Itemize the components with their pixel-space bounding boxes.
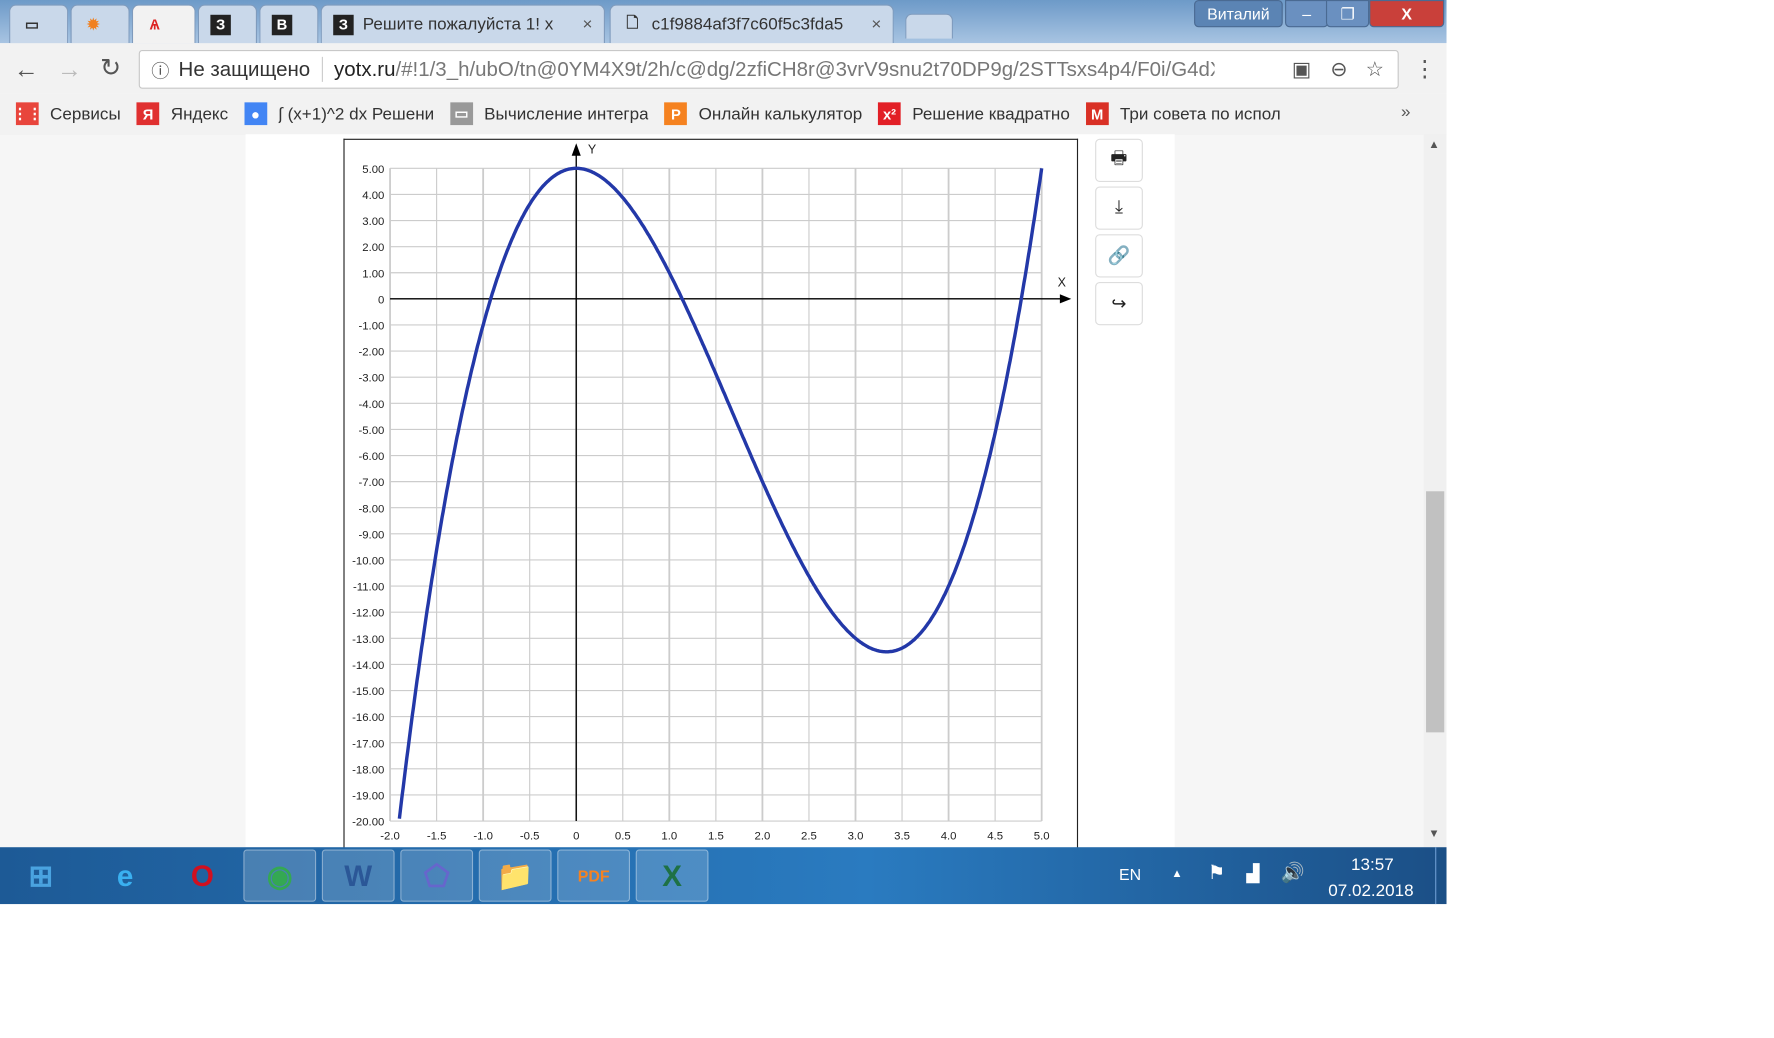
y-tick-label: -19.00 bbox=[352, 790, 384, 802]
geogebra-icon: ⬠ bbox=[423, 858, 450, 893]
scroll-up-icon[interactable]: ▲ bbox=[1428, 139, 1439, 152]
x-tick-label: 0 bbox=[573, 830, 579, 842]
y-tick-label: -3.00 bbox=[358, 373, 384, 385]
scroll-thumb[interactable] bbox=[1426, 491, 1445, 733]
excel-icon: X bbox=[662, 858, 682, 893]
y-tick-label: -2.00 bbox=[358, 347, 384, 359]
popup-blocked-icon[interactable]: ▣ bbox=[1292, 57, 1311, 81]
language-indicator[interactable]: EN bbox=[1119, 865, 1141, 883]
y-tick-label: -12.00 bbox=[352, 608, 384, 620]
y-tick-label: -10.00 bbox=[352, 556, 384, 568]
y-tick-label: -18.00 bbox=[352, 764, 384, 776]
chrome-taskbar-button[interactable]: ◉ bbox=[243, 849, 317, 902]
x-tick-label: -2.0 bbox=[380, 830, 400, 842]
profile-button[interactable]: Виталий bbox=[1194, 0, 1283, 28]
word-taskbar-button[interactable]: W bbox=[321, 849, 395, 902]
y-tick-label: 5.00 bbox=[362, 164, 384, 176]
function-graph: -2.0 -1.5 -1.0 -0.5 0 0.5 1.0 1.5 2.0 2.5 3.0 3.5 4.… bbox=[352, 143, 1072, 842]
taskbar: ⊞ e O ◉ W ⬠ 📁 PDF X EN ▲ ⚑ ▟ 🔊 13:57 07.02.2018 bbox=[0, 847, 1448, 905]
y-tick-label: -14.00 bbox=[352, 660, 384, 672]
x-tick-label: 3.5 bbox=[894, 830, 910, 842]
y-tick-label: -7.00 bbox=[358, 477, 384, 489]
start-taskbar-button[interactable]: ⊞ bbox=[5, 849, 78, 901]
y-tick-label: -13.00 bbox=[352, 634, 384, 646]
scrollbar[interactable]: ▲ ▼ bbox=[1423, 134, 1447, 848]
explorer-icon: 📁 bbox=[496, 858, 534, 893]
link-button[interactable]: 🔗 bbox=[1095, 234, 1143, 278]
opera-icon: O bbox=[190, 858, 214, 893]
y-tick-label: -6.00 bbox=[358, 451, 384, 463]
volume-icon[interactable]: 🔊 bbox=[1280, 862, 1304, 885]
y-tick-label: -1.00 bbox=[358, 321, 384, 333]
y-tick-label: -16.00 bbox=[352, 712, 384, 724]
y-axis-label: Y bbox=[588, 143, 597, 157]
flag-icon[interactable]: ⚑ bbox=[1208, 862, 1225, 885]
x-tick-label: 2.0 bbox=[755, 830, 771, 842]
x-tick-label: 4.5 bbox=[987, 830, 1003, 842]
y-tick-label: -8.00 bbox=[358, 503, 384, 515]
share-icon: ↪ bbox=[1111, 294, 1127, 314]
y-tick-label: -20.00 bbox=[352, 817, 384, 829]
explorer-taskbar-button[interactable]: 📁 bbox=[478, 849, 552, 902]
menu-icon[interactable]: ⋮ bbox=[1414, 55, 1437, 83]
bookmark-label: Три совета по испол bbox=[1119, 104, 1281, 124]
y-tick-label: 2.00 bbox=[362, 242, 384, 254]
restore-button[interactable]: ❐ bbox=[1325, 0, 1370, 28]
download-button[interactable]: ⤓ bbox=[1095, 186, 1143, 230]
bookmarks-more-button[interactable]: » bbox=[1401, 102, 1410, 121]
ie-taskbar-button[interactable]: e bbox=[89, 849, 162, 901]
show-desktop-button[interactable] bbox=[1435, 847, 1448, 905]
x-tick-label: -0.5 bbox=[520, 830, 540, 842]
x-tick-label: 0.5 bbox=[615, 830, 631, 842]
share-button[interactable]: ↪ bbox=[1095, 282, 1143, 326]
print-button[interactable]: 🖶 bbox=[1095, 138, 1143, 182]
y-tick-label: 3.00 bbox=[362, 216, 384, 228]
x-tick-label: -1.5 bbox=[427, 830, 447, 842]
geogebra-taskbar-button[interactable]: ⬠ bbox=[400, 849, 474, 902]
x-tick-label: 1.5 bbox=[708, 830, 724, 842]
y-tick-label: 1.00 bbox=[362, 268, 384, 280]
y-tick-label: -11.00 bbox=[353, 582, 384, 594]
x-tick-label: 4.0 bbox=[941, 830, 957, 842]
x-tick-label: 1.0 bbox=[661, 830, 677, 842]
y-tick-label: -15.00 bbox=[352, 686, 384, 698]
clock-date[interactable]: 07.02.2018 bbox=[1328, 881, 1413, 900]
star-icon[interactable]: ☆ bbox=[1366, 57, 1384, 81]
scroll-down-icon[interactable]: ▼ bbox=[1428, 828, 1439, 841]
x-axis-label: X bbox=[1058, 276, 1067, 290]
screen: ▭ ✹ Ѧ З В З Решите пожалуйста 1! х × 🗋 c1f9… bbox=[0, 0, 1774, 1038]
opera-taskbar-button[interactable]: O bbox=[166, 849, 239, 901]
excel-taskbar-button[interactable]: X bbox=[635, 849, 709, 902]
pdf-taskbar-button[interactable]: PDF bbox=[557, 849, 631, 902]
download-icon: ⤓ bbox=[1114, 197, 1124, 218]
clock-time[interactable]: 13:57 bbox=[1351, 855, 1394, 874]
y-tick-label: 4.00 bbox=[362, 190, 384, 202]
pdf-icon: PDF bbox=[577, 866, 610, 885]
link-icon: 🔗 bbox=[1107, 246, 1131, 267]
tray-expand-icon[interactable]: ▲ bbox=[1171, 868, 1182, 881]
y-tick-label: 0 bbox=[378, 294, 384, 306]
x-tick-label: -1.0 bbox=[473, 830, 493, 842]
x-tick-label: 3.0 bbox=[848, 830, 864, 842]
network-icon[interactable]: ▟ bbox=[1246, 863, 1259, 883]
ie-icon: e bbox=[116, 858, 134, 893]
print-icon: 🖶 bbox=[1110, 148, 1128, 168]
x-axis-arrow bbox=[1059, 294, 1072, 304]
x-tick-label: 2.5 bbox=[801, 830, 817, 842]
y-tick-label: -17.00 bbox=[352, 738, 384, 750]
function-curve bbox=[397, 166, 1044, 819]
x-tick-label: 5.0 bbox=[1034, 830, 1050, 842]
y-tick-label: -4.00 bbox=[358, 399, 384, 411]
zoom-icon[interactable]: ⊖ bbox=[1330, 57, 1347, 81]
page-content: -2.0 -1.5 -1.0 -0.5 0 0.5 1.0 1.5 2.0 2.5 3.0 3.5 4.… bbox=[0, 134, 1447, 849]
close-window-button[interactable]: X bbox=[1369, 0, 1445, 28]
y-axis-arrow bbox=[571, 143, 581, 156]
chrome-icon: ◉ bbox=[266, 858, 293, 893]
start-icon: ⊞ bbox=[28, 858, 54, 893]
y-tick-label: -9.00 bbox=[358, 529, 384, 541]
word-icon: W bbox=[344, 858, 373, 893]
y-tick-label: -5.00 bbox=[358, 425, 384, 437]
minimize-button[interactable]: – bbox=[1285, 0, 1329, 28]
